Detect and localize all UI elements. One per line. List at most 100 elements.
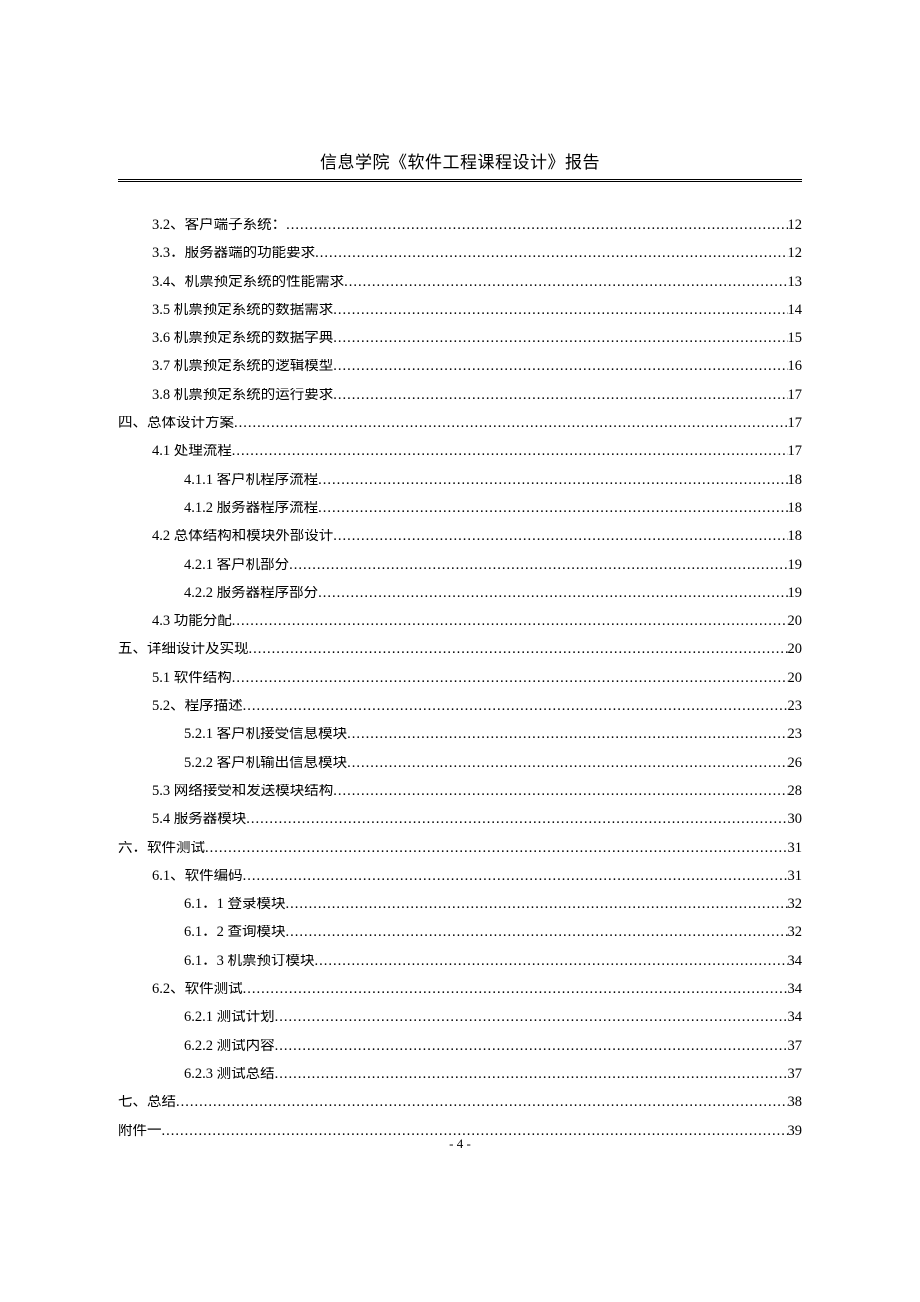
toc-page-number: 15	[788, 331, 803, 346]
toc-leader	[347, 756, 787, 771]
toc-row: 七、总结38	[118, 1095, 802, 1110]
toc-label: 4.1 处理流程	[152, 444, 232, 459]
toc-row: 4.1.2 服务器程序流程 18	[118, 501, 802, 516]
toc-leader	[275, 1039, 788, 1054]
toc-page-number: 32	[788, 897, 803, 912]
toc-row: 4.2 总体结构和模块外部设计18	[118, 529, 802, 544]
toc-label: 4.2.1 客户机部分	[184, 558, 289, 573]
toc-leader	[333, 303, 787, 318]
toc-leader	[344, 275, 787, 290]
header-divider	[118, 179, 802, 182]
toc-page-number: 17	[788, 388, 803, 403]
toc-row: 4.1 处理流程 17	[118, 444, 802, 459]
toc-row: 3.6 机票预定系统的数据字典 15	[118, 331, 802, 346]
toc-label: 6.1．2 查询模块	[184, 925, 286, 940]
table-of-contents: 3.2、客户端子系统：123.3．服务器端的功能要求123.4、机票预定系统的性…	[118, 218, 802, 1138]
toc-label: 4.2.2 服务器程序部分	[184, 586, 318, 601]
toc-row: 5.2.2 客户机输出信息模块 26	[118, 756, 802, 771]
toc-label: 6.1．3 机票预订模块	[184, 954, 315, 969]
toc-row: 4.2.2 服务器程序部分 19	[118, 586, 802, 601]
toc-leader	[286, 218, 787, 233]
toc-page-number: 19	[788, 586, 803, 601]
toc-leader	[243, 869, 788, 884]
toc-row: 5.3 网络接受和发送模块结构 28	[118, 784, 802, 799]
toc-leader	[347, 727, 787, 742]
toc-page-number: 37	[788, 1067, 803, 1082]
toc-page-number: 34	[788, 1010, 803, 1025]
toc-label: 5.2、程序描述	[152, 699, 243, 714]
toc-label: 4.3 功能分配	[152, 614, 232, 629]
toc-label: 6.2.2 测试内容	[184, 1039, 275, 1054]
toc-page-number: 16	[788, 359, 803, 374]
toc-page-number: 20	[788, 642, 803, 657]
toc-row: 五、详细设计及实现20	[118, 642, 802, 657]
toc-leader	[333, 331, 787, 346]
toc-page-number: 34	[788, 982, 803, 997]
toc-page-number: 19	[788, 558, 803, 573]
toc-row: 6.1、软件编码31	[118, 869, 802, 884]
toc-page-number: 32	[788, 925, 803, 940]
toc-page-number: 23	[788, 727, 803, 742]
toc-page-number: 14	[788, 303, 803, 318]
toc-label: 3.8 机票预定系统的运行要求	[152, 388, 333, 403]
toc-leader	[289, 558, 787, 573]
toc-leader	[275, 1067, 788, 1082]
toc-row: 6.2.1 测试计划 34	[118, 1010, 802, 1025]
toc-page-number: 20	[788, 614, 803, 629]
toc-leader	[232, 444, 788, 459]
toc-row: 4.1.1 客户机程序流程 18	[118, 473, 802, 488]
toc-label: 6.1．1 登录模块	[184, 897, 286, 912]
toc-label: 3.5 机票预定系统的数据需求	[152, 303, 333, 318]
toc-row: 5.2、程序描述23	[118, 699, 802, 714]
toc-label: 3.3．服务器端的功能要求	[152, 246, 315, 261]
toc-row: 3.5 机票预定系统的数据需求 14	[118, 303, 802, 318]
toc-label: 6.2.3 测试总结	[184, 1067, 275, 1082]
toc-label: 3.6 机票预定系统的数据字典	[152, 331, 333, 346]
toc-label: 6.2、软件测试	[152, 982, 243, 997]
toc-leader	[205, 841, 788, 856]
toc-leader	[315, 954, 788, 969]
toc-row: 5.2.1 客户机接受信息模块 23	[118, 727, 802, 742]
toc-row: 6.2.2 测试内容 37	[118, 1039, 802, 1054]
toc-label: 七、总结	[118, 1095, 176, 1110]
toc-page-number: 18	[788, 473, 803, 488]
toc-row: 6.1．1 登录模块 32	[118, 897, 802, 912]
toc-leader	[333, 784, 787, 799]
toc-leader	[176, 1095, 788, 1110]
toc-page-number: 18	[788, 529, 803, 544]
toc-page-number: 20	[788, 671, 803, 686]
toc-row: 3.4、机票预定系统的性能需求13	[118, 275, 802, 290]
toc-leader	[243, 699, 788, 714]
toc-page-number: 17	[788, 444, 803, 459]
toc-label: 5.2.1 客户机接受信息模块	[184, 727, 347, 742]
toc-label: 四、总体设计方案	[118, 416, 234, 431]
toc-leader	[246, 812, 787, 827]
toc-page-number: 17	[788, 416, 803, 431]
toc-label: 4.1.2 服务器程序流程	[184, 501, 318, 516]
toc-row: 3.8 机票预定系统的运行要求 17	[118, 388, 802, 403]
toc-label: 4.1.1 客户机程序流程	[184, 473, 318, 488]
toc-row: 六．软件测试31	[118, 841, 802, 856]
toc-row: 四、总体设计方案 17	[118, 416, 802, 431]
toc-page-number: 18	[788, 501, 803, 516]
page-number: - 4 -	[0, 1136, 920, 1152]
toc-row: 4.2.1 客户机部分 19	[118, 558, 802, 573]
toc-page-number: 31	[788, 869, 803, 884]
toc-label: 6.2.1 测试计划	[184, 1010, 275, 1025]
toc-row: 6.1．3 机票预订模块34	[118, 954, 802, 969]
toc-page-number: 30	[788, 812, 803, 827]
toc-leader	[318, 586, 787, 601]
toc-page-number: 28	[788, 784, 803, 799]
toc-row: 5.4 服务器模块 30	[118, 812, 802, 827]
toc-label: 5.4 服务器模块	[152, 812, 246, 827]
toc-leader	[275, 1010, 788, 1025]
toc-label: 5.3 网络接受和发送模块结构	[152, 784, 333, 799]
toc-label: 5.2.2 客户机输出信息模块	[184, 756, 347, 771]
toc-page-number: 37	[788, 1039, 803, 1054]
toc-label: 六．软件测试	[118, 841, 205, 856]
toc-leader	[315, 246, 787, 261]
toc-leader	[232, 671, 788, 686]
toc-leader	[333, 359, 787, 374]
toc-row: 3.7 机票预定系统的逻辑模型16	[118, 359, 802, 374]
toc-page-number: 26	[788, 756, 803, 771]
